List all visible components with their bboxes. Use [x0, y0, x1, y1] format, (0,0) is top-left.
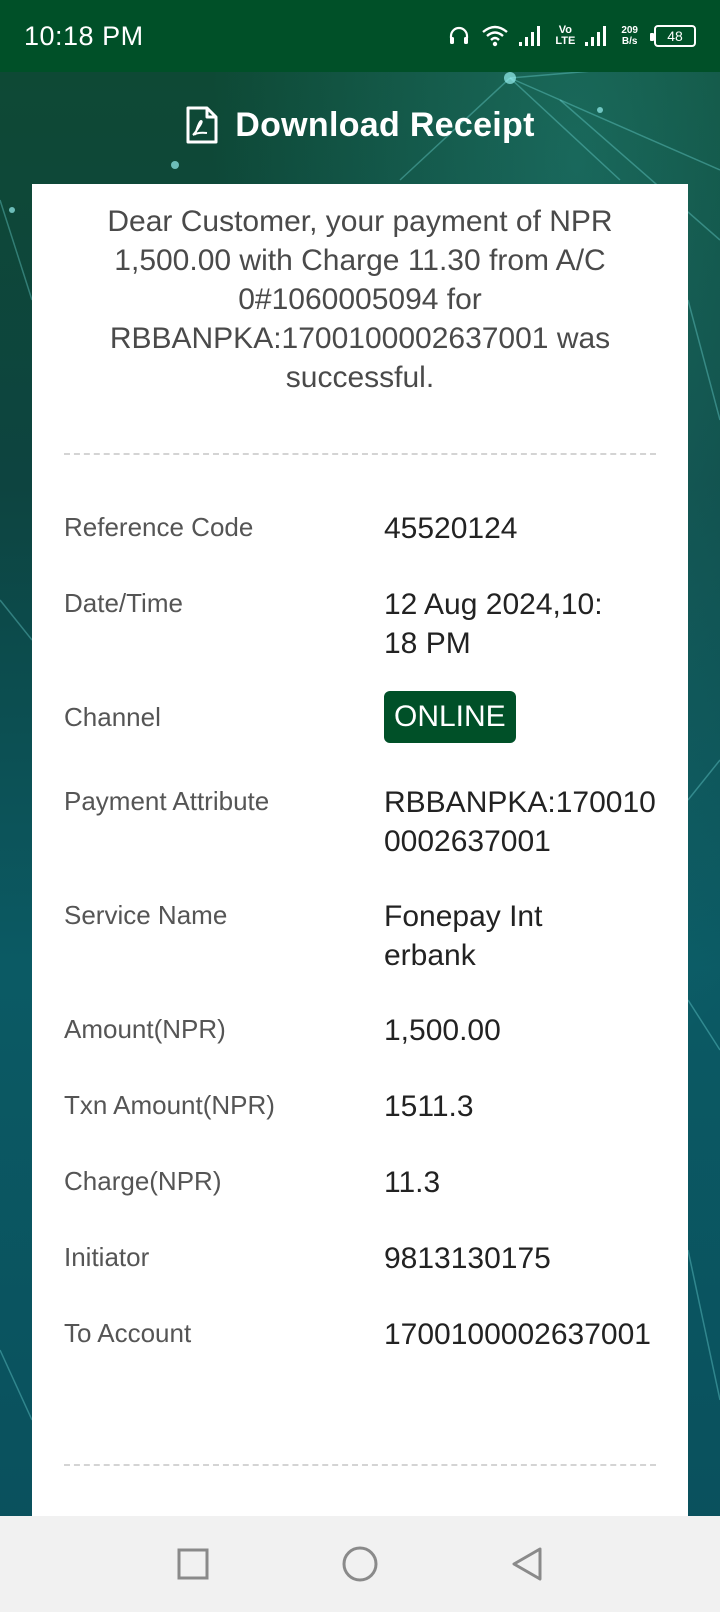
navigation-bar: [0, 1516, 720, 1612]
detail-row-charge: Charge(NPR) 11.3: [64, 1163, 656, 1239]
detail-value: 12 Aug 2024,10:18 PM: [384, 588, 603, 660]
detail-value: ONLINE: [384, 691, 656, 783]
channel-badge: ONLINE: [384, 691, 516, 743]
status-time: 10:18 PM: [24, 20, 144, 51]
detail-row-date-time: Date/Time 12 Aug 2024,10:18 PM: [64, 585, 656, 699]
battery-icon: 48: [650, 25, 696, 47]
square-icon[interactable]: [176, 1547, 210, 1581]
headset-icon: [450, 26, 469, 44]
detail-label: To Account: [64, 1318, 192, 1348]
detail-value: 45520124: [384, 512, 518, 545]
detail-value: Fonepay Interbank: [384, 900, 543, 972]
detail-row-initiator: Initiator 9813130175: [64, 1239, 656, 1315]
dashed-divider: [64, 1464, 656, 1466]
status-bar: 10:18 PM Vo LTE 209 B/s 48: [0, 0, 720, 72]
volte-indicator: Vo LTE: [555, 25, 575, 47]
detail-label: Channel: [64, 702, 161, 732]
detail-label: Reference Code: [64, 512, 254, 542]
volte-bottom-text: LTE: [555, 35, 576, 47]
detail-row-channel: Channel ONLINE: [64, 691, 656, 783]
wifi-icon: [482, 25, 509, 47]
detail-label: Service Name: [64, 900, 228, 930]
detail-label: Amount(NPR): [64, 1014, 226, 1044]
detail-row-reference-code: Reference Code 45520124: [64, 509, 656, 585]
pdf-file-icon[interactable]: [185, 105, 219, 145]
page-title[interactable]: Download Receipt: [235, 106, 535, 145]
detail-label: Initiator: [64, 1242, 150, 1272]
header[interactable]: Download Receipt: [0, 90, 720, 160]
detail-row-txn-amount: Txn Amount(NPR) 1511.3: [64, 1087, 656, 1163]
triangle-back-icon[interactable]: [510, 1545, 544, 1583]
detail-label: Payment Attribute: [64, 786, 270, 816]
network-speed-value: 209: [621, 25, 638, 36]
detail-value: 1700100002637001: [384, 1318, 651, 1351]
battery-level: 48: [667, 28, 683, 44]
signal-bars-icon: [585, 26, 607, 46]
detail-row-service-name: Service Name Fonepay Interbank: [64, 897, 656, 1011]
receipt-card: Dear Customer, your payment of NPR 1,500…: [32, 184, 688, 1516]
detail-row-payment-attribute: Payment Attribute RBBANPKA:1700100002637…: [64, 783, 656, 897]
detail-row-amount: Amount(NPR) 1,500.00: [64, 1011, 656, 1087]
payment-message: Dear Customer, your payment of NPR 1,500…: [107, 205, 613, 394]
detail-value: 9813130175: [384, 1242, 551, 1275]
detail-value: 11.3: [384, 1166, 441, 1199]
detail-value: 1511.3: [384, 1090, 474, 1123]
detail-row-to-account: To Account 1700100002637001: [64, 1315, 656, 1429]
detail-value: 1,500.00: [384, 1014, 501, 1047]
detail-label: Date/Time: [64, 588, 183, 618]
network-speed-unit: B/s: [621, 36, 638, 47]
receipt-details: Reference Code 45520124 Date/Time 12 Aug…: [64, 509, 656, 1429]
network-speed: 209 B/s: [621, 25, 638, 47]
signal-bars-icon: [519, 26, 541, 46]
detail-label: Txn Amount(NPR): [64, 1090, 275, 1120]
dashed-divider: [64, 453, 656, 455]
circle-icon[interactable]: [341, 1545, 379, 1583]
detail-label: Charge(NPR): [64, 1166, 222, 1196]
detail-value: RBBANPKA:1700100002637001: [384, 786, 656, 858]
status-icons: Vo LTE 209 B/s 48: [447, 24, 696, 48]
